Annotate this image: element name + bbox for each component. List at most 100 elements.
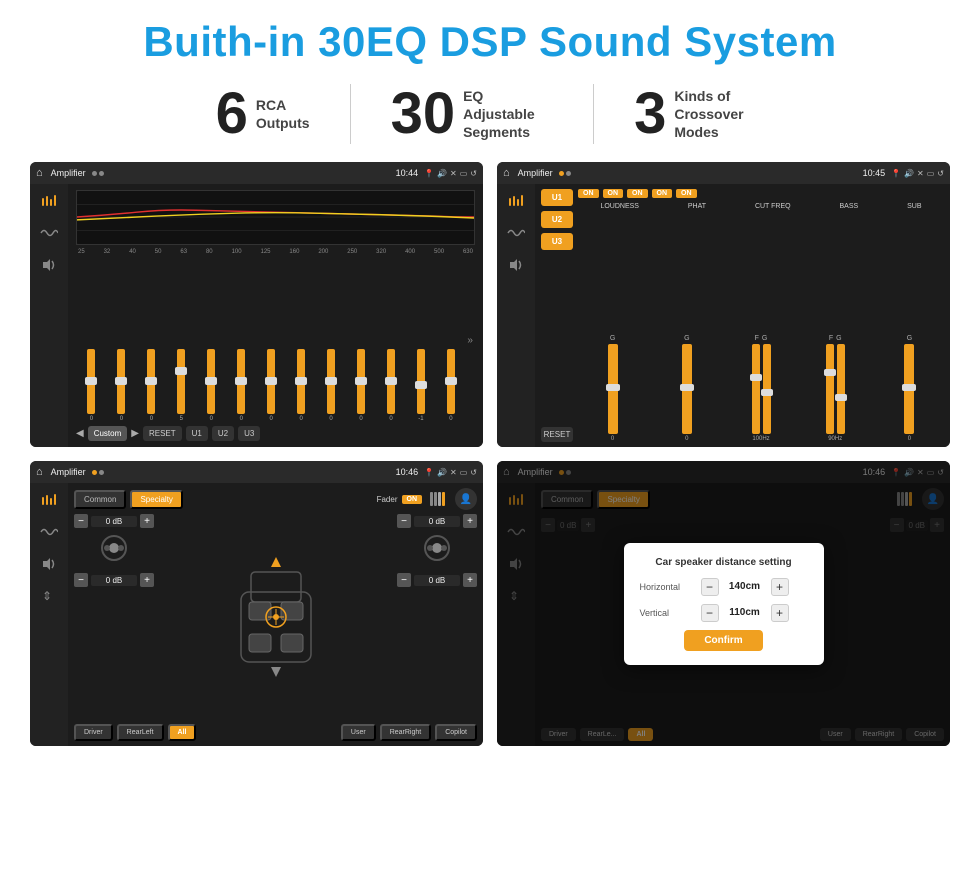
crossover-time: 10:45 bbox=[863, 168, 886, 178]
on-tag-loudness[interactable]: ON bbox=[578, 189, 599, 198]
eq-slider-4[interactable]: 5 bbox=[168, 349, 195, 422]
eq-time: 10:44 bbox=[396, 168, 419, 178]
eq-slider-12[interactable]: -1 bbox=[407, 349, 434, 422]
modal-overlay: Car speaker distance setting Horizontal … bbox=[497, 461, 950, 746]
play-prev-icon[interactable]: ◀ bbox=[76, 428, 84, 439]
modal-vertical-minus[interactable]: − bbox=[701, 604, 719, 622]
eq-icon-2[interactable] bbox=[505, 192, 527, 210]
screens-grid: ⌂ Amplifier 10:44 📍 🔊 ✕ ▭ ↺ bbox=[30, 162, 950, 746]
eq-slider-10[interactable]: 0 bbox=[348, 349, 375, 422]
fader-user-btn[interactable]: User bbox=[341, 724, 376, 741]
slider-loudness[interactable]: G 0 bbox=[578, 335, 647, 442]
on-tag-phat[interactable]: ON bbox=[603, 189, 624, 198]
modal-title: Car speaker distance setting bbox=[640, 557, 808, 568]
on-tag-cutfreq[interactable]: ON bbox=[627, 189, 648, 198]
home-icon-3[interactable]: ⌂ bbox=[36, 466, 43, 478]
slider-sub[interactable]: G 0 bbox=[875, 335, 944, 442]
modal-confirm-button[interactable]: Confirm bbox=[684, 630, 762, 651]
freq-100: 100 bbox=[232, 249, 242, 255]
fader-copilot-btn[interactable]: Copilot bbox=[435, 724, 477, 741]
wave-icon-2[interactable] bbox=[505, 224, 527, 242]
fader-minus-4[interactable]: − bbox=[397, 573, 411, 587]
fader-plus-4[interactable]: + bbox=[463, 573, 477, 587]
eq-slider-6[interactable]: 0 bbox=[228, 349, 255, 422]
crossover-screen: ⌂ Amplifier 10:45 📍 🔊 ✕ ▭ ↺ bbox=[497, 162, 950, 447]
skip-forward-icon[interactable]: » bbox=[467, 335, 473, 346]
eq-reset-btn[interactable]: RESET bbox=[143, 426, 182, 441]
status-dots-2 bbox=[559, 171, 571, 176]
fader-plus-3[interactable]: + bbox=[463, 514, 477, 528]
freq-125: 125 bbox=[260, 249, 270, 255]
speaker-icon-3[interactable] bbox=[38, 555, 60, 573]
home-icon[interactable]: ⌂ bbox=[36, 167, 43, 179]
eq-slider-3[interactable]: 0 bbox=[138, 349, 165, 422]
wave-icon-3[interactable] bbox=[38, 523, 60, 541]
fader-specialty-tab[interactable]: Specialty bbox=[130, 490, 182, 509]
back-icon[interactable]: ↺ bbox=[470, 169, 477, 178]
speaker-icon[interactable] bbox=[38, 256, 60, 274]
fader-driver-btn[interactable]: Driver bbox=[74, 724, 113, 741]
crossover-u2[interactable]: U2 bbox=[541, 211, 573, 228]
fader-label: Fader bbox=[377, 495, 398, 504]
slider-phat[interactable]: G 0 bbox=[652, 335, 721, 442]
eq-u3-btn[interactable]: U3 bbox=[238, 426, 260, 441]
eq-u2-btn[interactable]: U2 bbox=[212, 426, 234, 441]
back-icon-3[interactable]: ↺ bbox=[470, 468, 477, 477]
fader-minus-1[interactable]: − bbox=[74, 514, 88, 528]
slider-bass[interactable]: F G 90Hz bbox=[801, 335, 870, 442]
modal-vertical-label: Vertical bbox=[640, 608, 695, 618]
location-icon-2: 📍 bbox=[891, 169, 901, 178]
eq-slider-7[interactable]: 0 bbox=[258, 349, 285, 422]
on-tag-sub[interactable]: ON bbox=[676, 189, 697, 198]
fader-db-val-1: 0 dB bbox=[91, 516, 137, 527]
eq-slider-8[interactable]: 0 bbox=[288, 349, 315, 422]
fader-minus-3[interactable]: − bbox=[397, 514, 411, 528]
page-title: Buith-in 30EQ DSP Sound System bbox=[30, 18, 950, 66]
modal-horizontal-plus[interactable]: + bbox=[771, 578, 789, 596]
modal-vertical-plus[interactable]: + bbox=[771, 604, 789, 622]
eq-slider-1[interactable]: 0 bbox=[78, 349, 105, 422]
modal-horizontal-minus[interactable]: − bbox=[701, 578, 719, 596]
home-icon-2[interactable]: ⌂ bbox=[503, 167, 510, 179]
eq-slider-9[interactable]: 0 bbox=[318, 349, 345, 422]
stat-crossover-number: 3 bbox=[634, 85, 666, 143]
speaker-icon-2[interactable] bbox=[505, 256, 527, 274]
eq-bottom-row: ◀ Custom ▶ RESET U1 U2 U3 bbox=[76, 426, 475, 441]
eq-preset-custom[interactable]: Custom bbox=[88, 426, 128, 441]
wave-icon[interactable] bbox=[38, 224, 60, 242]
status-dots-3 bbox=[92, 470, 104, 475]
stat-eq-text: EQ AdjustableSegments bbox=[463, 87, 553, 142]
back-icon-2[interactable]: ↺ bbox=[937, 169, 944, 178]
fader-all-btn[interactable]: All bbox=[168, 724, 197, 741]
volume-icon: 🔊 bbox=[437, 169, 447, 178]
crossover-sidebar bbox=[497, 184, 535, 447]
eq-u1-btn[interactable]: U1 bbox=[186, 426, 208, 441]
eq-icon-3[interactable] bbox=[38, 491, 60, 509]
fader-rearright-btn[interactable]: RearRight bbox=[380, 724, 432, 741]
fader-rearleft-btn[interactable]: RearLeft bbox=[117, 724, 164, 741]
fader-common-tab[interactable]: Common bbox=[74, 490, 126, 509]
eq-main-area: 25 32 40 50 63 80 100 125 160 200 250 32… bbox=[68, 184, 483, 447]
arrows-icon[interactable]: ⇕ bbox=[38, 587, 60, 605]
eq-icon[interactable] bbox=[38, 192, 60, 210]
eq-slider-11[interactable]: 0 bbox=[378, 349, 405, 422]
eq-slider-13[interactable]: 0 bbox=[437, 349, 464, 422]
eq-slider-5[interactable]: 0 bbox=[198, 349, 225, 422]
crossover-u1[interactable]: U1 bbox=[541, 189, 573, 206]
fader-on-badge[interactable]: ON bbox=[402, 495, 423, 504]
fader-plus-1[interactable]: + bbox=[140, 514, 154, 528]
play-next-icon[interactable]: ▶ bbox=[131, 428, 139, 439]
stat-eq-number: 30 bbox=[391, 85, 456, 143]
on-tag-bass[interactable]: ON bbox=[652, 189, 673, 198]
car-diagram bbox=[160, 514, 391, 720]
crossover-reset[interactable]: RESET bbox=[541, 427, 573, 442]
fader-profile-icon[interactable]: 👤 bbox=[455, 488, 477, 510]
crossover-u3[interactable]: U3 bbox=[541, 233, 573, 250]
slider-cutfreq[interactable]: F G 100Hz bbox=[726, 335, 795, 442]
eq-slider-2[interactable]: 0 bbox=[108, 349, 135, 422]
fader-minus-2[interactable]: − bbox=[74, 573, 88, 587]
volume-icon-2: 🔊 bbox=[904, 169, 914, 178]
on-tags-row: ON ON ON ON ON bbox=[578, 189, 944, 198]
fader-plus-2[interactable]: + bbox=[140, 573, 154, 587]
fader-db-val-3: 0 dB bbox=[414, 516, 460, 527]
